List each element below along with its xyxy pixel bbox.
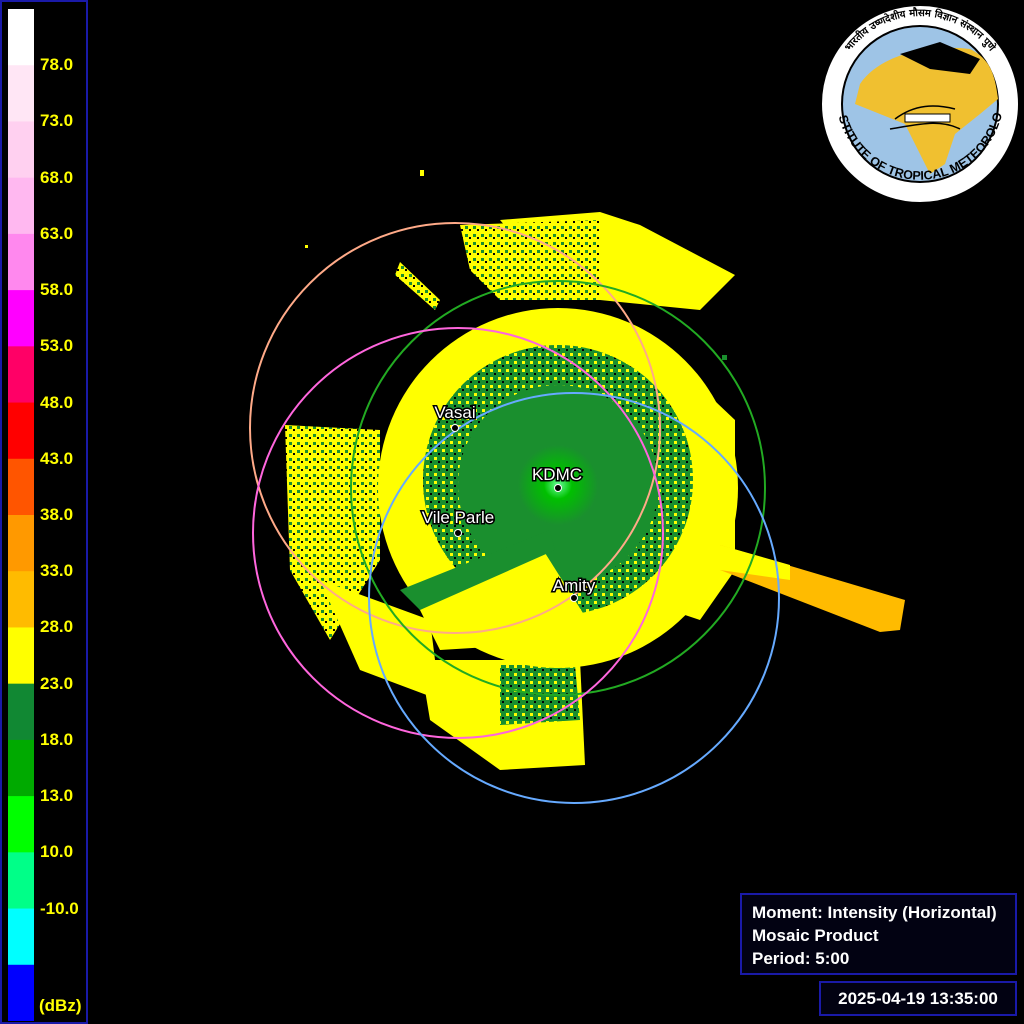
color-swatch <box>8 9 34 66</box>
legend-tick-label: -10.0 <box>40 898 79 918</box>
color-swatch <box>8 402 34 460</box>
color-swatch <box>8 458 34 516</box>
timestamp-label: 2025-04-19 13:35:00 <box>838 989 998 1008</box>
color-swatch <box>8 683 34 741</box>
color-swatch <box>8 571 34 628</box>
radar-site-label: Vile Parle <box>422 508 494 527</box>
legend-tick-label: 38.0 <box>40 505 74 524</box>
color-swatch <box>8 177 34 235</box>
legend-tick-label: 58.0 <box>40 280 74 300</box>
legend-tick-label: 68.0 <box>40 167 74 187</box>
legend-tick-label: 10.0 <box>40 842 74 862</box>
radar-site-marker <box>570 594 578 602</box>
legend-tick-label: 33.0 <box>40 561 74 581</box>
color-swatch <box>8 852 34 910</box>
product-info-box: Moment: Intensity (Horizontal) Mosaic Pr… <box>740 893 1017 975</box>
legend-tick-label: 63.0 <box>40 223 74 243</box>
legend-tick-label: 43.0 <box>40 448 74 468</box>
color-scale-bar <box>8 9 34 1021</box>
legend-tick-label: 18.0 <box>40 729 74 749</box>
legend-tick-label: 78.0 <box>40 55 74 75</box>
radar-site-label: Vasai <box>434 403 475 422</box>
legend-tick-label: 28.0 <box>40 617 74 637</box>
radar-site-label: KDMC <box>532 465 582 484</box>
color-swatch <box>8 290 34 347</box>
legend-tick-label: 23.0 <box>40 673 74 693</box>
radar-site-marker <box>451 424 459 432</box>
echo-north-speckle <box>460 220 600 300</box>
product-label: Mosaic Product <box>752 926 879 945</box>
color-swatch <box>8 908 34 966</box>
legend-tick-label: 53.0 <box>40 336 74 356</box>
legend-tick-label: 13.0 <box>40 786 74 806</box>
iitm-logo: INDIAN INSTITUTE OF TROPICAL METEOROLOGY… <box>820 4 1020 204</box>
color-legend: 78.0 73.0 68.0 63.0 58.0 53.0 48.0 43.0 38.0 33.0… <box>0 0 88 1024</box>
legend-tick-label: 48.0 <box>40 392 74 412</box>
legend-unit-label: (dBz) <box>39 996 82 1015</box>
timestamp-box: 2025-04-19 13:35:00 <box>819 981 1017 1016</box>
color-swatch <box>8 515 34 572</box>
period-label: Period: 5:00 <box>752 949 850 968</box>
color-swatch <box>8 964 34 1021</box>
radar-site-label: Amity <box>553 576 596 595</box>
color-swatch <box>8 65 34 122</box>
radar-site-marker <box>554 484 562 492</box>
color-swatch <box>8 627 34 685</box>
color-swatch <box>8 346 34 404</box>
radar-site-marker <box>454 529 462 537</box>
color-swatch <box>8 739 34 797</box>
moment-label: Moment: Intensity (Horizontal) <box>752 903 997 922</box>
legend-tick-label: 73.0 <box>40 111 74 131</box>
color-swatch <box>8 121 34 179</box>
color-swatch <box>8 233 34 291</box>
color-swatch <box>8 796 34 853</box>
